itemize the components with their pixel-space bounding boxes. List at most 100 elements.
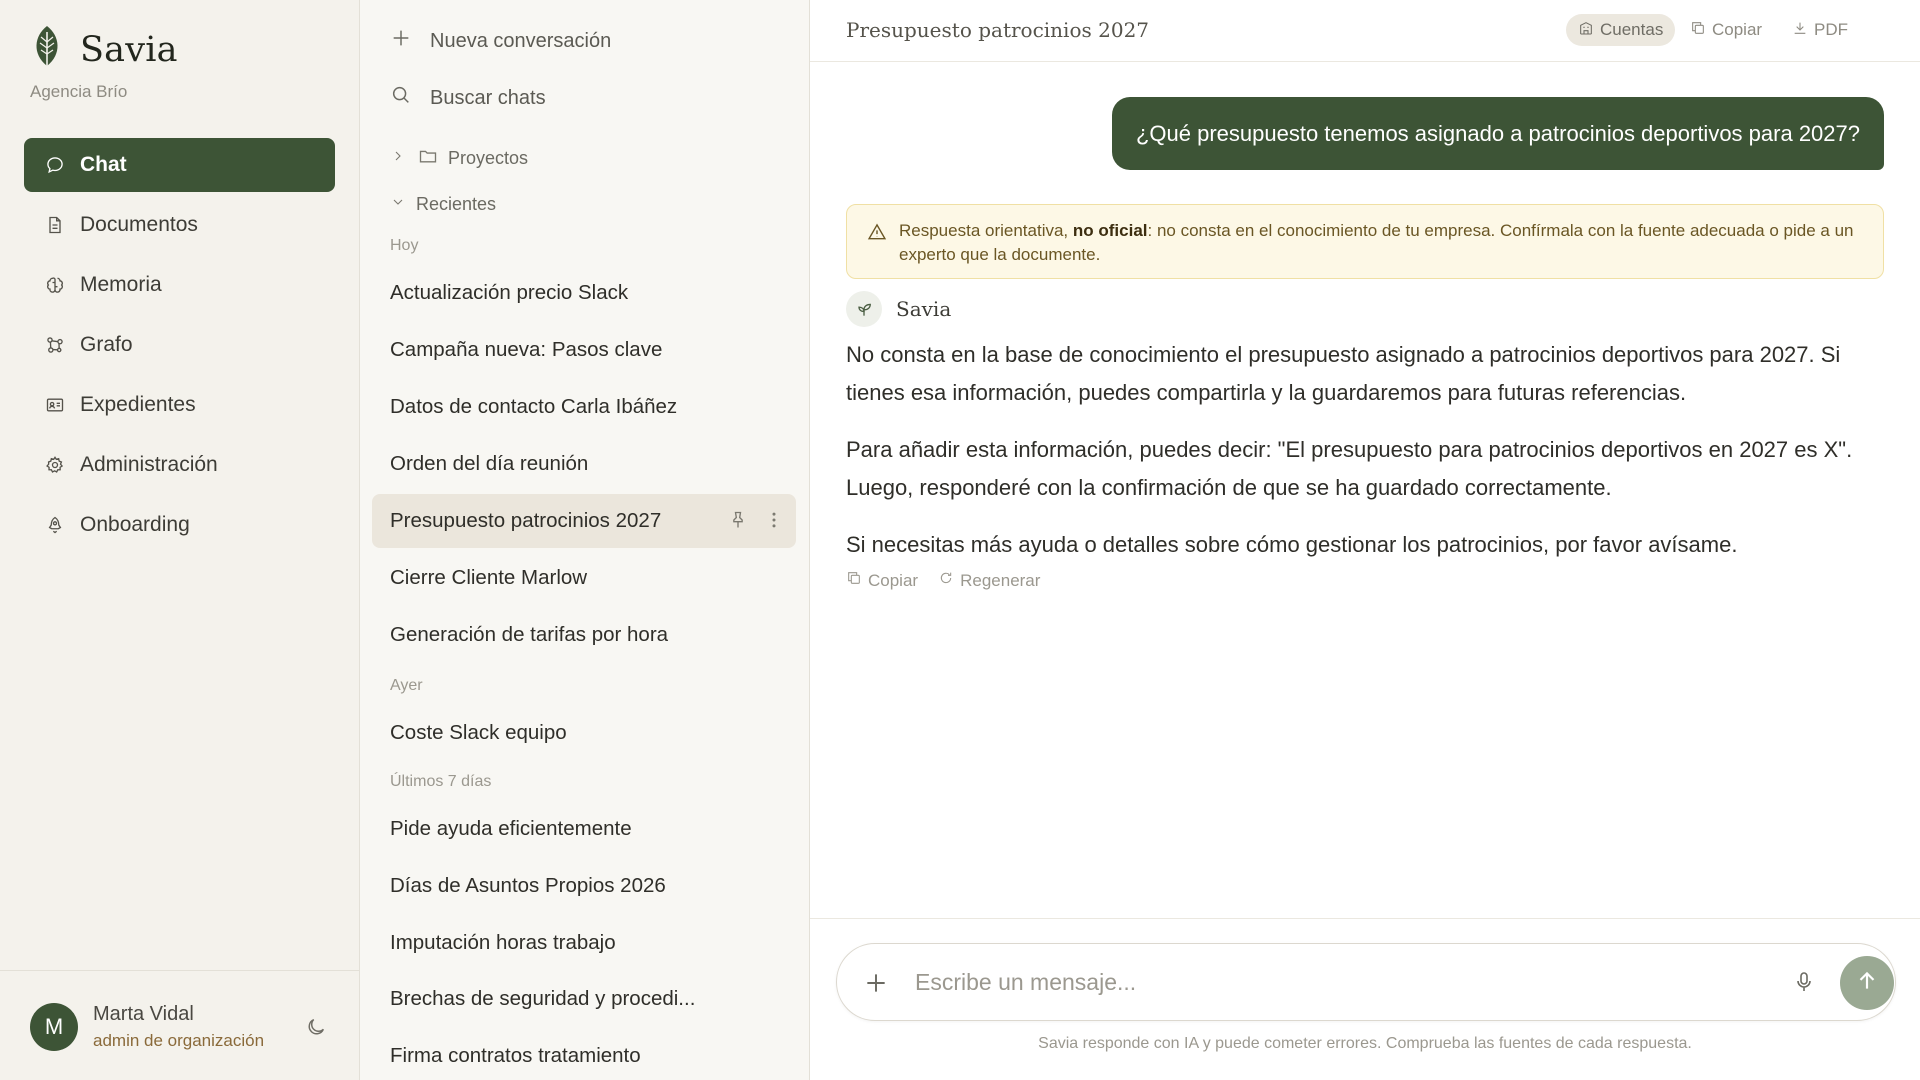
- chat-item[interactable]: Generación de tarifas por hora: [372, 608, 796, 662]
- refresh-icon: [938, 570, 960, 591]
- group-label-today: Hoy: [390, 237, 419, 254]
- chat-item[interactable]: Imputación horas trabajo: [372, 916, 796, 970]
- organization-name: Agencia Brío: [30, 82, 128, 101]
- gear-icon: [44, 454, 66, 476]
- copy-message-label: Copiar: [868, 570, 919, 590]
- nav-item-label: Expedientes: [80, 393, 196, 416]
- chat-item-title: Campaña nueva: Pasos clave: [390, 338, 663, 361]
- regenerate-label: Regenerar: [960, 570, 1041, 590]
- projects-folder-toggle[interactable]: Proyectos: [390, 146, 528, 171]
- group-label-yesterday: Ayer: [390, 677, 423, 694]
- building-icon: [1578, 20, 1600, 41]
- chevron-right-icon: [390, 148, 418, 169]
- graph-icon: [44, 334, 66, 356]
- chevron-down-icon: [390, 194, 416, 215]
- assistant-paragraph: No consta en la base de conocimiento el …: [846, 342, 1841, 405]
- chat-item-title: Días de Asuntos Propios 2026: [390, 874, 666, 897]
- brain-icon: [44, 274, 66, 296]
- chat-item[interactable]: Firma contratos tratamiento: [372, 1029, 796, 1080]
- nav-item-chat[interactable]: Chat: [24, 138, 335, 192]
- user-message-text: ¿Qué presupuesto tenemos asignado a patr…: [1135, 120, 1860, 146]
- search-chats-label: Buscar chats: [430, 86, 546, 109]
- chat-item-tools: [712, 510, 784, 536]
- chat-item[interactable]: Datos de contacto Carla Ibáñez: [372, 380, 796, 434]
- chat-item-title: Datos de contacto Carla Ibáñez: [390, 395, 678, 418]
- new-chat-button[interactable]: Nueva conversación: [390, 27, 611, 55]
- send-button[interactable]: [1840, 956, 1894, 1010]
- microphone-icon[interactable]: [1792, 970, 1818, 996]
- chat-history-panel: Nueva conversación Buscar chats Proyecto…: [360, 0, 810, 1080]
- chat-item[interactable]: Cierre Cliente Marlow: [372, 551, 796, 605]
- chat-item[interactable]: Días de Asuntos Propios 2026: [372, 859, 796, 913]
- leaf-logo-icon: [30, 24, 64, 75]
- new-chat-label: Nueva conversación: [430, 29, 612, 52]
- id-card-icon: [44, 394, 66, 416]
- copy-icon: [846, 570, 868, 591]
- chat-bubble-icon: [44, 154, 66, 176]
- copy-message-button[interactable]: Copiar: [846, 570, 918, 591]
- avatar[interactable]: M: [30, 1003, 78, 1051]
- composer-area: Savia responde con IA y puede cometer er…: [810, 918, 1920, 1080]
- nav-item-administracion[interactable]: Administración: [24, 438, 335, 492]
- chat-item-title: Cierre Cliente Marlow: [390, 566, 588, 589]
- conversation-title: Presupuesto patrocinios 2027: [846, 18, 1150, 42]
- conversation-view: Presupuesto patrocinios 2027 Cuentas Cop…: [810, 0, 1920, 1080]
- theme-toggle-button[interactable]: [302, 1015, 330, 1043]
- nav-item-label: Administración: [80, 453, 218, 476]
- nav-item-label: Memoria: [80, 273, 162, 296]
- brand[interactable]: Savia: [30, 24, 178, 75]
- regenerate-button[interactable]: Regenerar: [938, 570, 1040, 591]
- chat-item[interactable]: Campaña nueva: Pasos clave: [372, 323, 796, 377]
- chat-item-title: Generación de tarifas por hora: [390, 623, 669, 646]
- chat-item-title: Brechas de seguridad y procedi...: [390, 987, 696, 1010]
- pin-icon[interactable]: [712, 510, 748, 536]
- app-window: Savia Agencia Brío Chat Documentos Memor…: [0, 0, 1920, 1080]
- chat-item-title: Firma contratos tratamiento: [390, 1044, 641, 1067]
- user-name: Marta Vidal: [93, 1003, 194, 1025]
- nav-item-documentos[interactable]: Documentos: [24, 198, 335, 252]
- rocket-icon: [44, 514, 66, 536]
- user-message-bubble: ¿Qué presupuesto tenemos asignado a patr…: [1111, 97, 1884, 170]
- assistant-header: Savia: [846, 291, 951, 327]
- chat-item-title: Orden del día reunión: [390, 452, 589, 475]
- accounts-button[interactable]: Cuentas: [1566, 14, 1676, 46]
- chat-item-title: Imputación horas trabajo: [390, 931, 616, 954]
- search-chats-button[interactable]: Buscar chats: [390, 84, 546, 112]
- message-input[interactable]: [915, 962, 1775, 1002]
- message-actions: Copiar Regenerar: [846, 570, 1060, 591]
- chat-item[interactable]: Orden del día reunión: [372, 437, 796, 491]
- group-label-last-7-days: Últimos 7 días: [390, 773, 492, 790]
- main-sidebar: Savia Agencia Brío Chat Documentos Memor…: [0, 0, 360, 1080]
- nav-item-memoria[interactable]: Memoria: [24, 258, 335, 312]
- assistant-paragraph: Para añadir esta información, puedes dec…: [846, 437, 1853, 500]
- nav-item-label: Grafo: [80, 333, 133, 356]
- user-role: admin de organización: [93, 1031, 265, 1050]
- export-pdf-button[interactable]: PDF: [1780, 14, 1860, 46]
- nav-item-grafo[interactable]: Grafo: [24, 318, 335, 372]
- plus-icon: [390, 27, 430, 55]
- chat-item-title: Actualización precio Slack: [390, 281, 629, 304]
- chat-item[interactable]: Actualización precio Slack: [372, 266, 796, 320]
- chat-item[interactable]: Pide ayuda eficientemente: [372, 802, 796, 856]
- brand-name: Savia: [80, 29, 178, 70]
- recents-toggle[interactable]: Recientes: [390, 194, 496, 215]
- unofficial-answer-warning: Respuesta orientativa, no oficial: no co…: [846, 204, 1884, 279]
- chat-item[interactable]: Coste Slack equipo: [372, 706, 796, 760]
- assistant-paragraph: Si necesitas más ayuda o detalles sobre …: [846, 532, 1738, 557]
- nav-item-expedientes[interactable]: Expedientes: [24, 378, 335, 432]
- chat-item-selected[interactable]: Presupuesto patrocinios 2027: [372, 494, 796, 548]
- chat-item-title: Pide ayuda eficientemente: [390, 817, 632, 840]
- more-vertical-icon[interactable]: [748, 510, 784, 536]
- arrow-up-icon: [1854, 968, 1880, 999]
- accounts-label: Cuentas: [1600, 20, 1664, 39]
- pdf-label: PDF: [1814, 20, 1848, 39]
- copy-conversation-button[interactable]: Copiar: [1678, 14, 1774, 46]
- chat-item[interactable]: Brechas de seguridad y procedi...: [372, 972, 796, 1026]
- sprout-icon: [846, 291, 882, 327]
- nav-item-onboarding[interactable]: Onboarding: [24, 498, 335, 552]
- message-composer: [836, 943, 1896, 1021]
- warning-bold: no oficial: [1072, 221, 1148, 240]
- attach-plus-icon[interactable]: [863, 970, 889, 996]
- nav-item-label: Documentos: [80, 213, 198, 236]
- chat-item-title: Coste Slack equipo: [390, 721, 567, 744]
